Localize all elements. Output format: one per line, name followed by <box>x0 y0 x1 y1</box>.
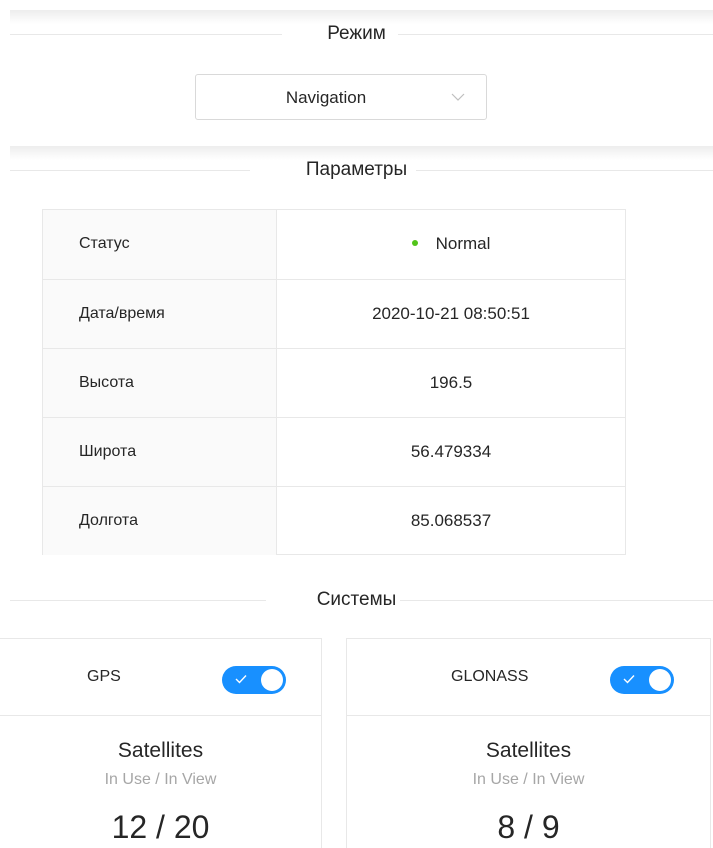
param-value: 196.5 <box>429 373 473 392</box>
params-table: Статус Normal Дата/время 2020-10-21 08:5… <box>42 209 626 555</box>
table-row: Широта 56.479334 <box>43 417 625 486</box>
glonass-toggle[interactable] <box>610 666 674 694</box>
mode-select[interactable]: Navigation <box>195 74 487 120</box>
params-section-title: Параметры <box>305 159 408 180</box>
status-dot-icon <box>411 239 418 246</box>
check-icon <box>623 675 635 684</box>
param-value: 2020-10-21 08:50:51 <box>372 304 530 323</box>
mode-divider: Режим <box>0 19 713 49</box>
table-row: Статус Normal <box>43 210 625 279</box>
satellites-title: Satellites <box>117 739 204 762</box>
toggle-knob <box>649 669 671 691</box>
satellites-count: 12 / 20 <box>111 809 210 845</box>
gps-toggle[interactable] <box>222 666 286 694</box>
mode-section-title: Режим <box>327 23 386 44</box>
system-name: GLONASS <box>451 668 529 685</box>
systems-section-title: Системы <box>316 589 397 610</box>
card-header: GLONASS <box>347 639 710 716</box>
param-value: 85.068537 <box>410 511 492 530</box>
gps-card: GPS Satellites In Use / In View 12 / 20 <box>0 638 322 848</box>
card-header: GPS <box>0 639 321 716</box>
param-value: 56.479334 <box>410 442 492 461</box>
mode-select-value: Navigation <box>285 88 367 107</box>
satellites-title: Satellites <box>485 739 572 762</box>
param-label: Статус <box>43 210 277 279</box>
params-divider: Параметры <box>0 155 713 185</box>
status-text: Normal <box>435 234 491 253</box>
satellites-subtitle: In Use / In View <box>472 771 585 788</box>
table-row: Дата/время 2020-10-21 08:50:51 <box>43 279 625 348</box>
table-row: Высота 196.5 <box>43 348 625 417</box>
table-row: Долгота 85.068537 <box>43 486 625 555</box>
glonass-card: GLONASS Satellites In Use / In View 8 / … <box>346 638 711 848</box>
systems-divider: Системы <box>0 585 713 615</box>
param-label: Широта <box>43 418 277 486</box>
satellites-count: 8 / 9 <box>497 809 560 845</box>
param-value: Normal <box>277 210 625 279</box>
toggle-knob <box>261 669 283 691</box>
check-icon <box>235 675 247 684</box>
param-label: Дата/время <box>43 280 277 348</box>
system-name: GPS <box>87 668 121 685</box>
param-label: Долгота <box>43 487 277 555</box>
param-label: Высота <box>43 349 277 417</box>
satellites-subtitle: In Use / In View <box>104 771 217 788</box>
chevron-down-icon <box>451 93 465 101</box>
